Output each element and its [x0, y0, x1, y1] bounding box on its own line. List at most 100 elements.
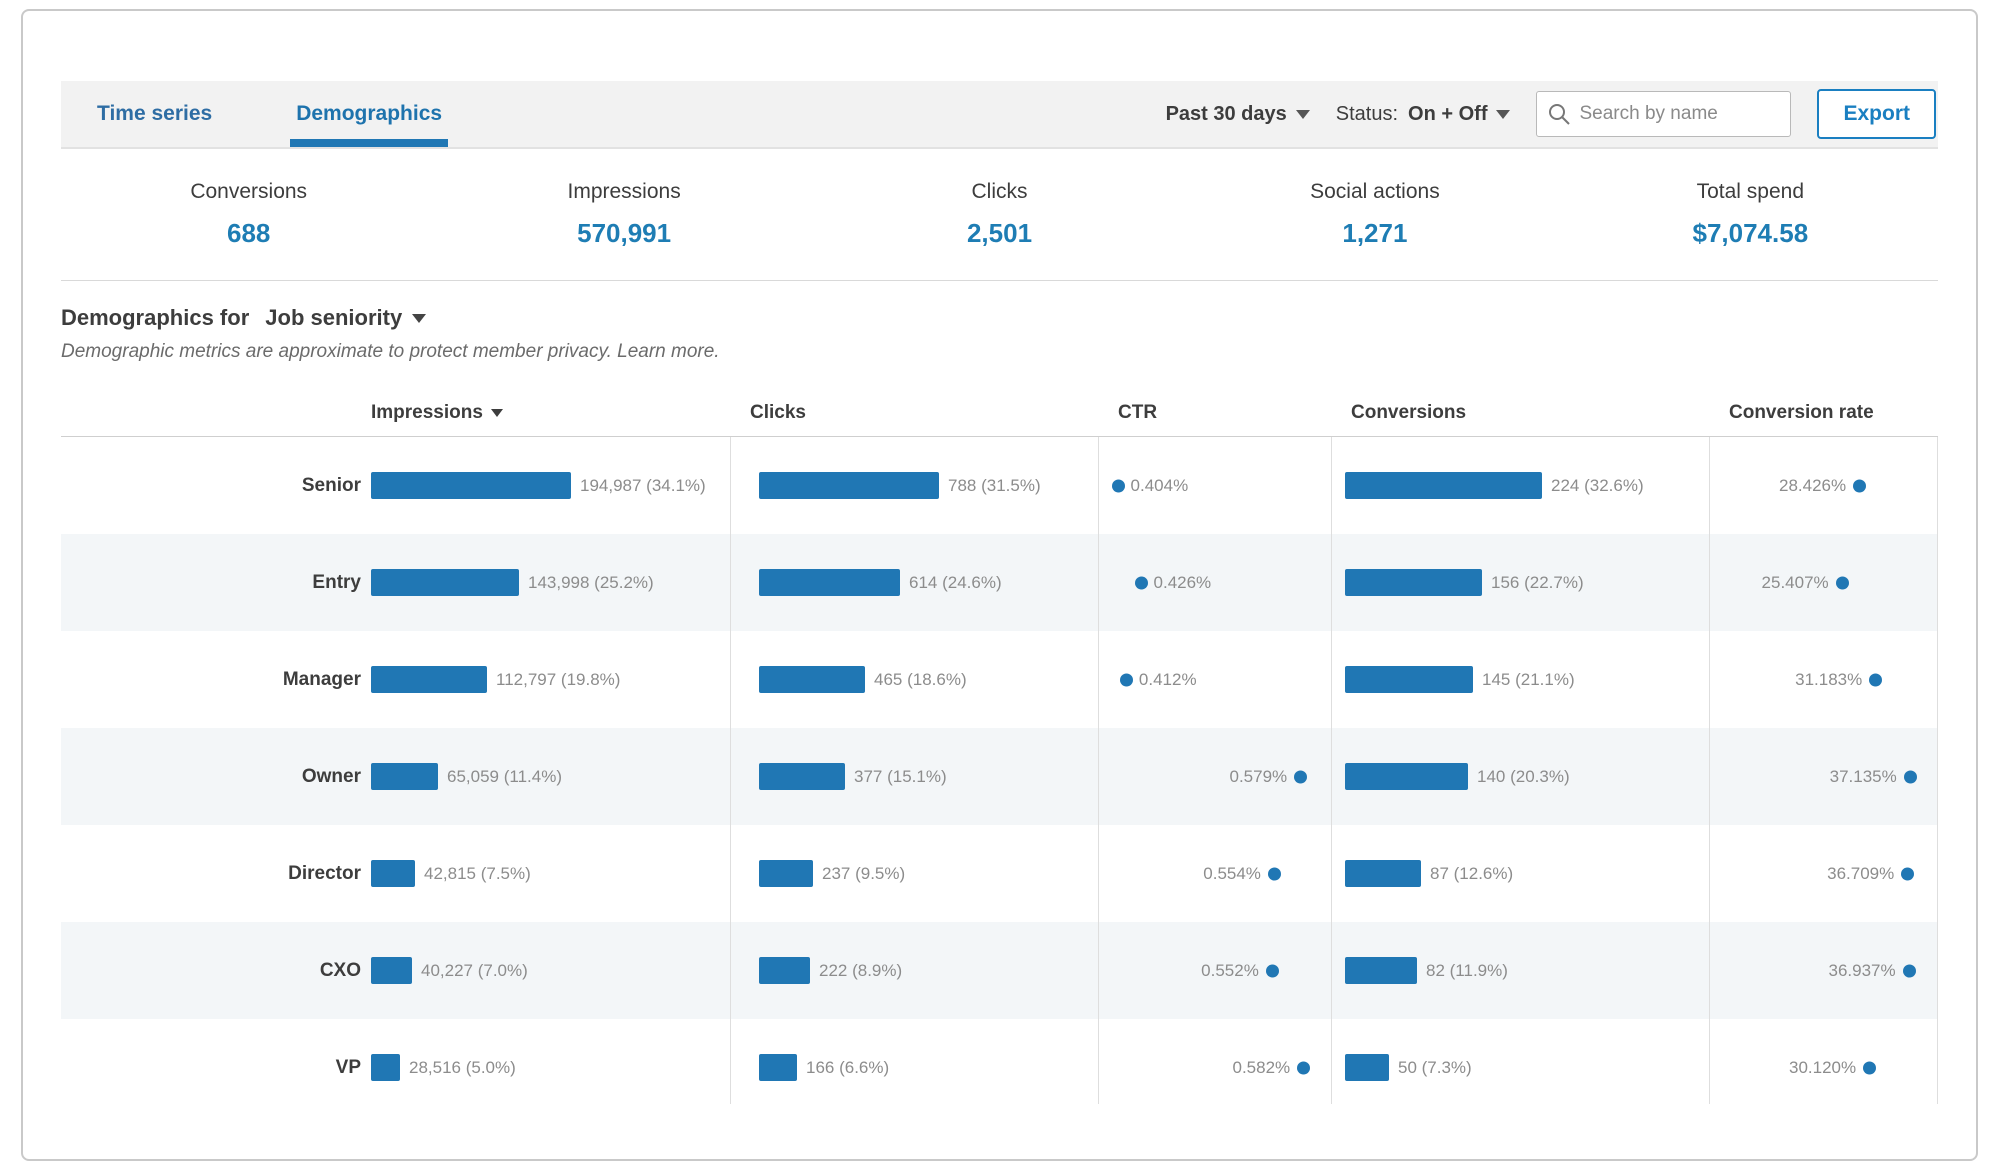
privacy-note: Demographic metrics are approximate to p…	[61, 341, 1938, 363]
impressions-bar	[371, 957, 412, 984]
conversion-rate-dot-cell: 25.407%	[1709, 534, 1938, 631]
conversions-bar-cell: 50 (7.3%)	[1331, 1019, 1709, 1104]
clicks-bar-cell: 465 (18.6%)	[730, 631, 1098, 728]
column-header-impressions[interactable]: Impressions	[371, 402, 730, 424]
impressions-bar-cell: 143,998 (25.2%)	[371, 534, 730, 631]
analytics-card: Time series Demographics Past 30 days St…	[21, 9, 1978, 1161]
export-button[interactable]: Export	[1817, 89, 1936, 139]
clicks-bar	[759, 1054, 797, 1081]
impressions-value: 40,227 (7.0%)	[421, 961, 528, 981]
conversion-rate-dot-cell: 31.183%	[1709, 631, 1938, 728]
dot-marker	[1112, 479, 1125, 492]
tab-demographics[interactable]: Demographics	[290, 81, 448, 147]
impressions-bar-cell: 28,516 (5.0%)	[371, 1019, 730, 1104]
stat-label: Social actions	[1310, 180, 1440, 204]
conversions-bar-cell: 145 (21.1%)	[1331, 631, 1709, 728]
table-row: Manager112,797 (19.8%)465 (18.6%)0.412%1…	[61, 631, 1938, 728]
impressions-bar-cell: 194,987 (34.1%)	[371, 437, 730, 534]
column-header-ctr[interactable]: CTR	[1098, 402, 1331, 424]
clicks-value: 166 (6.6%)	[806, 1058, 889, 1078]
stat-value: 2,501	[967, 218, 1032, 249]
conversions-value: 87 (12.6%)	[1430, 864, 1513, 884]
impressions-bar	[371, 569, 519, 596]
stat-value: 1,271	[1342, 218, 1407, 249]
stat-impressions: Impressions 570,991	[436, 149, 811, 280]
clicks-bar	[759, 957, 810, 984]
conversion-rate-dot-cell: 37.135%	[1709, 728, 1938, 825]
conversion-rate-value: 36.937%	[1829, 961, 1896, 981]
clicks-bar-cell: 237 (9.5%)	[730, 825, 1098, 922]
status-value: On + Off	[1408, 103, 1487, 126]
conversion-rate-value: 25.407%	[1762, 573, 1829, 593]
learn-more-link[interactable]: Learn more.	[617, 341, 719, 362]
ctr-dot-cell: 0.412%	[1098, 631, 1331, 728]
filter-controls: Past 30 days Status: On + Off	[1166, 81, 1938, 147]
ctr-dot-cell: 0.426%	[1098, 534, 1331, 631]
conversions-value: 145 (21.1%)	[1482, 670, 1575, 690]
impressions-value: 112,797 (19.8%)	[496, 670, 620, 690]
impressions-value: 28,516 (5.0%)	[409, 1058, 516, 1078]
clicks-value: 222 (8.9%)	[819, 961, 902, 981]
table-row: Owner65,059 (11.4%)377 (15.1%)0.579%140 …	[61, 728, 1938, 825]
stat-value: $7,074.58	[1692, 218, 1808, 249]
row-label: Senior	[61, 437, 371, 534]
table-row: Senior194,987 (34.1%)788 (31.5%)0.404%22…	[61, 437, 1938, 534]
conversions-bar	[1345, 957, 1417, 984]
clicks-value: 614 (24.6%)	[909, 573, 1002, 593]
stat-conversions: Conversions 688	[61, 149, 436, 280]
impressions-bar	[371, 472, 571, 499]
conversions-bar	[1345, 763, 1468, 790]
row-label: CXO	[61, 922, 371, 1019]
ctr-dot-cell: 0.582%	[1098, 1019, 1331, 1104]
status-dropdown[interactable]: On + Off	[1408, 103, 1510, 126]
clicks-bar-cell: 377 (15.1%)	[730, 728, 1098, 825]
conversions-bar-cell: 156 (22.7%)	[1331, 534, 1709, 631]
dot-marker	[1294, 770, 1307, 783]
summary-stats: Conversions 688 Impressions 570,991 Clic…	[61, 149, 1938, 281]
conversions-bar-cell: 140 (20.3%)	[1331, 728, 1709, 825]
conversions-bar	[1345, 1054, 1389, 1081]
tab-time-series[interactable]: Time series	[91, 81, 218, 147]
conversions-bar	[1345, 860, 1421, 887]
conversions-bar-cell: 224 (32.6%)	[1331, 437, 1709, 534]
clicks-bar	[759, 763, 845, 790]
conversions-bar-cell: 87 (12.6%)	[1331, 825, 1709, 922]
clicks-bar	[759, 569, 900, 596]
dot-marker	[1903, 964, 1916, 977]
clicks-value: 465 (18.6%)	[874, 670, 967, 690]
conversions-bar	[1345, 472, 1542, 499]
dot-marker	[1853, 479, 1866, 492]
clicks-bar	[759, 860, 813, 887]
clicks-bar-cell: 166 (6.6%)	[730, 1019, 1098, 1104]
date-range-dropdown[interactable]: Past 30 days	[1166, 103, 1310, 126]
column-header-conversions[interactable]: Conversions	[1331, 402, 1709, 424]
search-input[interactable]	[1536, 91, 1791, 137]
table-row: Director42,815 (7.5%)237 (9.5%)0.554%87 …	[61, 825, 1938, 922]
clicks-value: 788 (31.5%)	[948, 476, 1041, 496]
conversions-bar	[1345, 569, 1482, 596]
conversion-rate-dot-cell: 36.709%	[1709, 825, 1938, 922]
impressions-bar	[371, 763, 438, 790]
column-header-clicks[interactable]: Clicks	[730, 402, 1098, 424]
table-body: Senior194,987 (34.1%)788 (31.5%)0.404%22…	[61, 437, 1938, 1104]
impressions-bar-cell: 112,797 (19.8%)	[371, 631, 730, 728]
dot-marker	[1863, 1061, 1876, 1074]
conversions-bar-cell: 82 (11.9%)	[1331, 922, 1709, 1019]
impressions-value: 194,987 (34.1%)	[580, 476, 706, 496]
conversion-rate-value: 28.426%	[1779, 476, 1846, 496]
stat-total-spend: Total spend $7,074.58	[1563, 149, 1938, 280]
impressions-value: 42,815 (7.5%)	[424, 864, 531, 884]
dot-marker	[1266, 964, 1279, 977]
demographics-dimension-dropdown[interactable]: Job seniority	[265, 305, 426, 331]
impressions-bar	[371, 666, 487, 693]
clicks-bar	[759, 666, 865, 693]
conversions-value: 140 (20.3%)	[1477, 767, 1570, 787]
conversions-value: 82 (11.9%)	[1426, 961, 1508, 981]
sort-down-icon	[491, 409, 503, 417]
impressions-bar	[371, 1054, 400, 1081]
column-header-conversion-rate[interactable]: Conversion rate	[1709, 402, 1938, 424]
conversion-rate-value: 31.183%	[1795, 670, 1862, 690]
stat-clicks: Clicks 2,501	[812, 149, 1187, 280]
dimension-value: Job seniority	[265, 305, 402, 331]
conversion-rate-dot-cell: 30.120%	[1709, 1019, 1938, 1104]
